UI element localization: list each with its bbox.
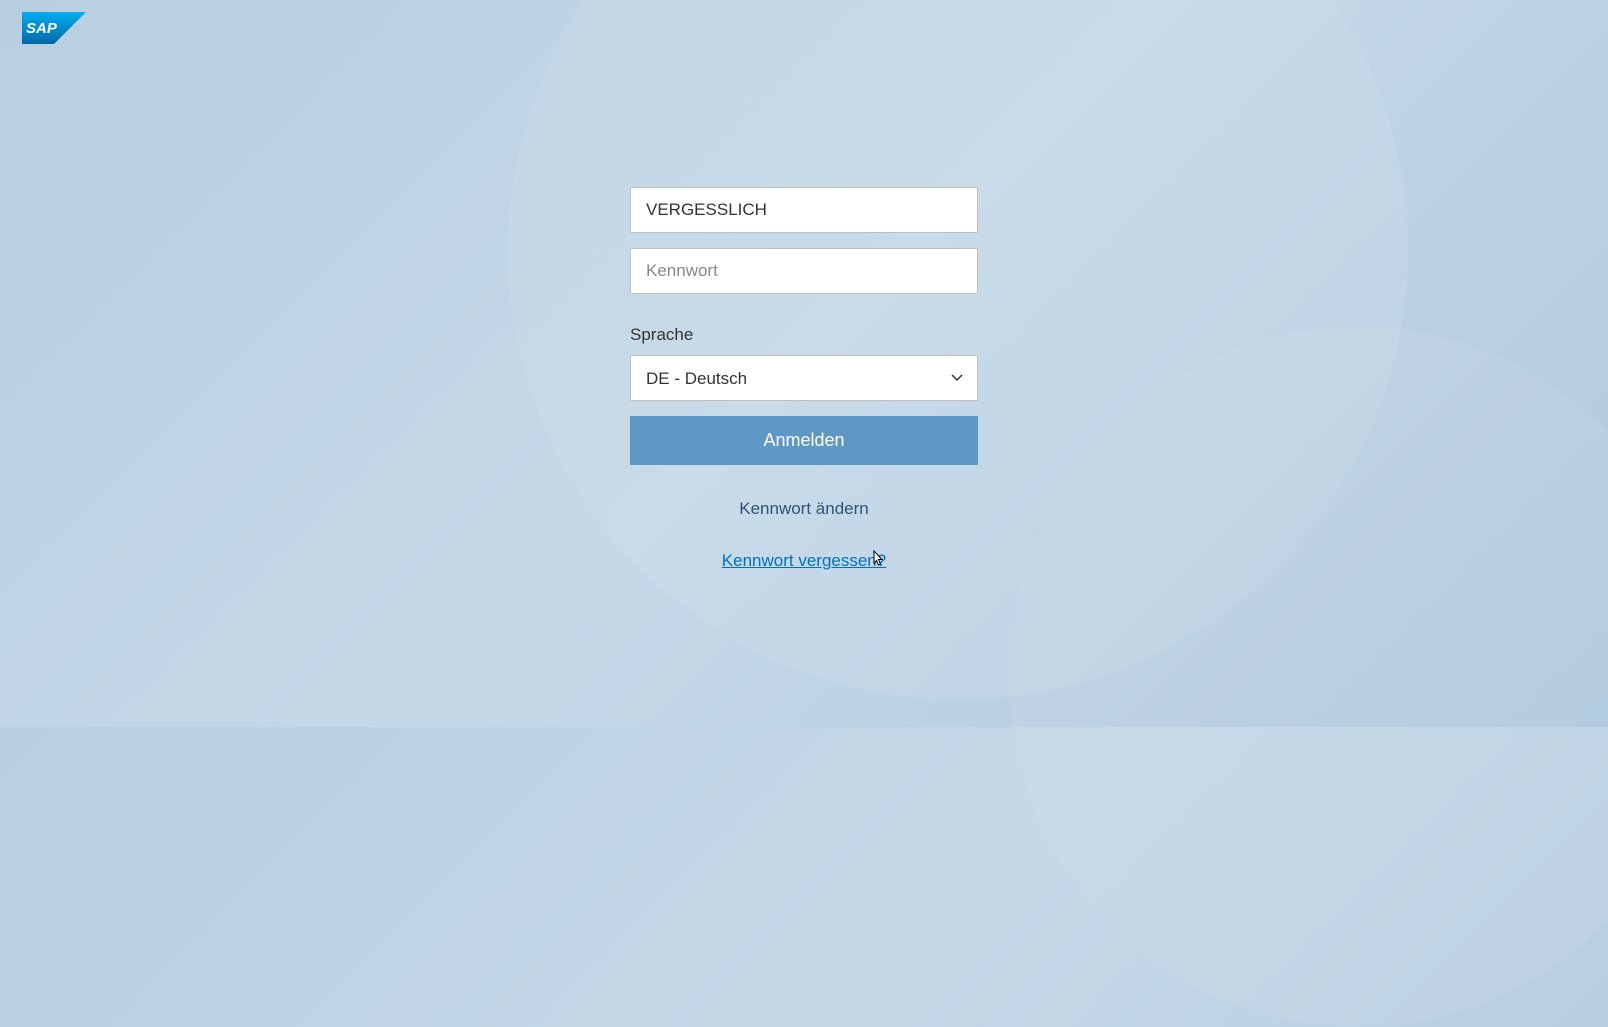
username-input[interactable] — [630, 187, 978, 233]
language-label: Sprache — [630, 325, 978, 345]
password-input[interactable] — [630, 248, 978, 294]
login-form: Sprache DE - Deutsch Anmelden Kennwort ä… — [630, 187, 978, 571]
language-select-wrapper: DE - Deutsch — [630, 355, 978, 401]
forgot-password-link[interactable]: Kennwort vergessen? — [630, 551, 978, 571]
sap-logo: SAP — [22, 12, 86, 49]
sap-logo-icon: SAP — [22, 12, 86, 44]
change-password-link[interactable]: Kennwort ändern — [630, 499, 978, 519]
login-button[interactable]: Anmelden — [630, 416, 978, 465]
language-select[interactable]: DE - Deutsch — [630, 355, 978, 401]
svg-text:SAP: SAP — [26, 20, 58, 37]
